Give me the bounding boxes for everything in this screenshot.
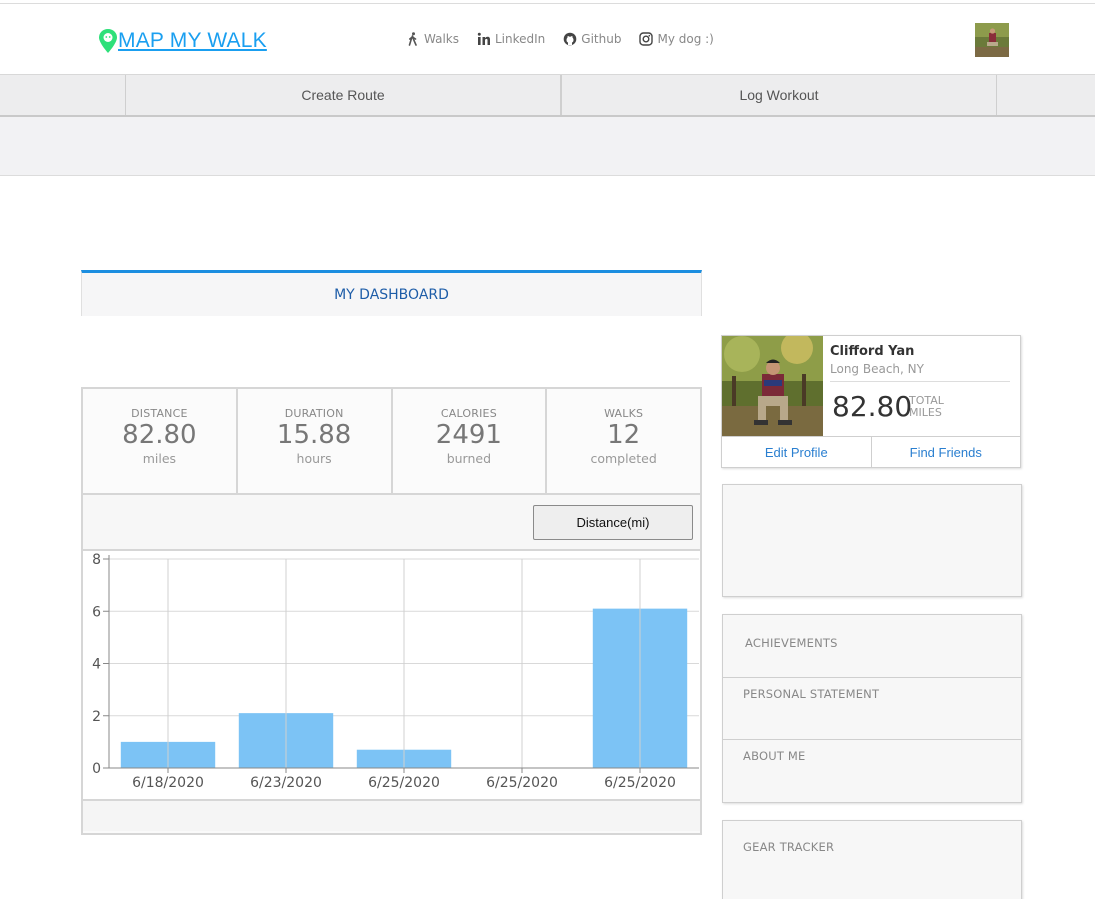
y-tick-label: 4 xyxy=(92,657,101,673)
stat-duration: DURATION 15.88 hours xyxy=(238,389,393,493)
y-tick-label: 0 xyxy=(92,761,101,777)
nav-linkedin[interactable]: LinkedIn xyxy=(477,32,545,46)
profile-location: Long Beach, NY xyxy=(830,362,924,376)
walking-icon xyxy=(408,32,417,46)
stat-value: 2491 xyxy=(435,420,502,450)
stat-label: WALKS xyxy=(604,407,644,420)
stats-row: DISTANCE 82.80 miles DURATION 15.88 hour… xyxy=(83,389,700,495)
stat-value: 82.80 xyxy=(122,420,197,450)
nav-my-dog[interactable]: My dog :) xyxy=(639,32,714,46)
x-tick-label: 6/25/2020 xyxy=(368,775,440,791)
y-tick-label: 8 xyxy=(92,552,101,568)
profile-photo xyxy=(722,336,823,436)
gear-tracker-heading: GEAR TRACKER xyxy=(743,840,835,854)
tab-bar: Create Route Log Workout xyxy=(0,75,1095,117)
sub-bar xyxy=(0,117,1095,176)
gear-tracker-card: GEAR TRACKER xyxy=(722,820,1022,899)
x-tick-label: 6/25/2020 xyxy=(486,775,558,791)
stat-unit: burned xyxy=(446,451,492,466)
about-me-heading: ABOUT ME xyxy=(743,749,806,763)
stat-unit: miles xyxy=(142,451,177,466)
top-nav: Walks LinkedIn Github My dog :) xyxy=(406,32,714,46)
logo-link[interactable]: MAP MY WALK xyxy=(98,28,267,54)
stat-distance: DISTANCE 82.80 miles xyxy=(83,389,238,493)
profile-sections-card: ACHIEVEMENTS PERSONAL STATEMENT ABOUT ME xyxy=(722,614,1022,803)
profile-name: Clifford Yan xyxy=(830,344,915,359)
nav-my-dog-label: My dog :) xyxy=(657,32,714,46)
y-tick-label: 6 xyxy=(92,604,101,620)
panel-footer xyxy=(83,801,700,831)
map-pin-icon xyxy=(99,29,117,53)
stat-calories: CALORIES 2491 burned xyxy=(393,389,548,493)
tab-log-workout[interactable]: Log Workout xyxy=(561,75,997,115)
header: MAP MY WALK Walks LinkedIn Github My dog… xyxy=(0,4,1095,75)
edit-profile-link[interactable]: Edit Profile xyxy=(722,437,872,467)
stat-label: CALORIES xyxy=(440,407,497,420)
avatar-photo xyxy=(975,23,1009,57)
logo-text[interactable]: MAP MY WALK xyxy=(118,29,267,53)
metric-row: Distance(mi) xyxy=(83,495,700,551)
stat-walks: WALKS 12 completed xyxy=(547,389,700,493)
github-icon xyxy=(563,32,577,46)
distance-bar-chart: 0 2 4 6 8 6/18/2020 6/23/2020 6/25/2020 6/25/202… xyxy=(92,552,699,791)
blank-card xyxy=(722,484,1022,597)
y-tick-label: 2 xyxy=(92,709,101,725)
profile-miles-label: TOTAL MILES xyxy=(909,395,944,419)
miles-label: MILES xyxy=(909,406,942,419)
profile-actions: Edit Profile Find Friends xyxy=(722,436,1020,467)
dashboard-panel: DISTANCE 82.80 miles DURATION 15.88 hour… xyxy=(81,387,702,835)
profile-photo-image xyxy=(722,336,823,436)
stat-value: 15.88 xyxy=(276,420,352,450)
nav-github-label: Github xyxy=(581,32,622,46)
stat-value: 12 xyxy=(607,420,641,450)
personal-statement-heading: PERSONAL STATEMENT xyxy=(743,687,880,701)
section-divider xyxy=(723,739,1021,740)
x-tick-label: 6/23/2020 xyxy=(250,775,322,791)
achievements-heading: ACHIEVEMENTS xyxy=(745,636,838,650)
x-tick-label: 6/18/2020 xyxy=(132,775,204,791)
stat-unit: hours xyxy=(296,451,332,466)
user-avatar[interactable] xyxy=(975,23,1009,57)
section-divider xyxy=(723,677,1021,678)
dashboard-title[interactable]: MY DASHBOARD xyxy=(81,270,702,316)
metric-select-button[interactable]: Distance(mi) xyxy=(533,505,693,540)
nav-github[interactable]: Github xyxy=(563,32,621,46)
nav-linkedin-label: LinkedIn xyxy=(495,32,546,46)
profile-card: Clifford Yan Long Beach, NY 82.80 TOTAL … xyxy=(721,335,1021,468)
instagram-icon xyxy=(639,32,654,46)
profile-total-miles: 82.80 xyxy=(832,390,913,423)
nav-walks[interactable]: Walks xyxy=(406,32,459,46)
find-friends-link[interactable]: Find Friends xyxy=(872,437,1021,467)
profile-divider xyxy=(830,381,1010,382)
stat-unit: completed xyxy=(590,451,657,466)
nav-walks-label: Walks xyxy=(424,32,459,46)
x-tick-label: 6/25/2020 xyxy=(604,775,676,791)
linkedin-icon xyxy=(477,32,490,45)
stat-label: DISTANCE xyxy=(131,407,188,420)
chart-area: 0 2 4 6 8 6/18/2020 6/23/2020 6/25/2020 6/25/202… xyxy=(83,551,700,801)
stat-label: DURATION xyxy=(284,407,344,420)
tab-create-route[interactable]: Create Route xyxy=(125,75,561,115)
